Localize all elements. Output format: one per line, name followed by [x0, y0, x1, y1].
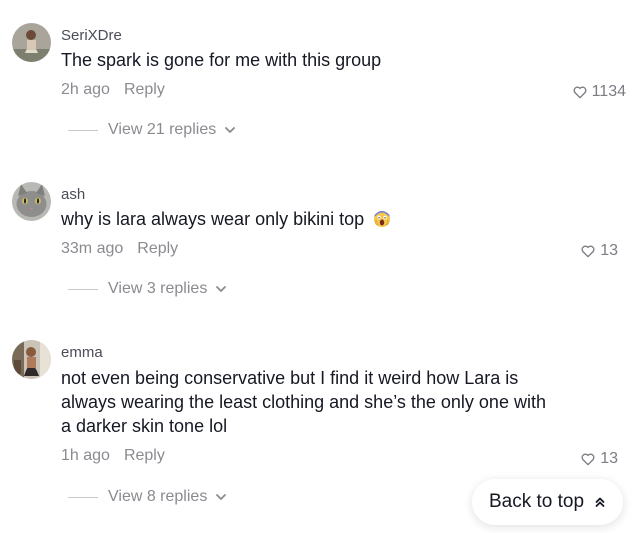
- view-replies-button[interactable]: View 3 replies: [68, 280, 227, 298]
- comment-text: why is lara always wear only bikini top: [61, 209, 365, 229]
- view-replies-label: View 8 replies: [108, 488, 208, 505]
- view-replies-button[interactable]: View 21 replies: [68, 121, 236, 139]
- comment-username[interactable]: emma: [61, 344, 103, 361]
- heart-icon: [581, 245, 595, 258]
- divider: [68, 496, 98, 498]
- double-chevron-up-icon: [595, 497, 605, 507]
- screaming-face-emoji: [374, 211, 391, 227]
- like-count: 13: [600, 450, 618, 467]
- like-button[interactable]: 1134: [572, 83, 626, 101]
- user-avatar[interactable]: [12, 182, 51, 221]
- back-to-top-label: Back to top: [488, 491, 585, 512]
- comment-time: 2h ago: [61, 81, 110, 98]
- user-avatar[interactable]: [12, 340, 51, 379]
- reply-button[interactable]: Reply: [124, 447, 165, 464]
- chevron-down-icon: [225, 127, 236, 133]
- chevron-down-icon: [216, 286, 227, 292]
- like-button[interactable]: 13: [580, 242, 618, 260]
- view-replies-label: View 3 replies: [108, 280, 208, 297]
- cat-avatar-icon: [12, 182, 51, 221]
- back-to-top-button[interactable]: Back to top: [472, 479, 623, 525]
- chevron-down-icon: [216, 494, 227, 500]
- comment-meta: 2h ago Reply: [61, 81, 165, 99]
- like-count: 13: [600, 242, 618, 259]
- view-replies-button[interactable]: View 8 replies: [68, 488, 227, 506]
- user-avatar-icon: [12, 23, 51, 62]
- like-count: 1134: [591, 83, 626, 100]
- comment-text-wrap: why is lara always wear only bikini top: [61, 207, 561, 231]
- divider: [68, 129, 98, 131]
- like-button[interactable]: 13: [580, 450, 618, 468]
- heart-icon: [573, 86, 587, 99]
- heart-icon: [581, 453, 595, 466]
- reply-button[interactable]: Reply: [137, 240, 178, 257]
- view-replies-label: View 21 replies: [108, 121, 217, 138]
- user-avatar-icon: [12, 340, 51, 379]
- comment-text: The spark is gone for me with this group: [61, 50, 382, 70]
- comment-username[interactable]: SeriXDre: [61, 27, 122, 44]
- user-avatar[interactable]: [12, 23, 51, 62]
- comment-username[interactable]: ash: [61, 186, 85, 203]
- comment-time: 1h ago: [61, 447, 110, 464]
- comment-time: 33m ago: [61, 240, 124, 257]
- comment-meta: 33m ago Reply: [61, 240, 178, 258]
- comment-text: not even being conservative but I find i…: [61, 368, 546, 436]
- comment-meta: 1h ago Reply: [61, 447, 165, 465]
- divider: [68, 288, 98, 290]
- reply-button[interactable]: Reply: [124, 81, 165, 98]
